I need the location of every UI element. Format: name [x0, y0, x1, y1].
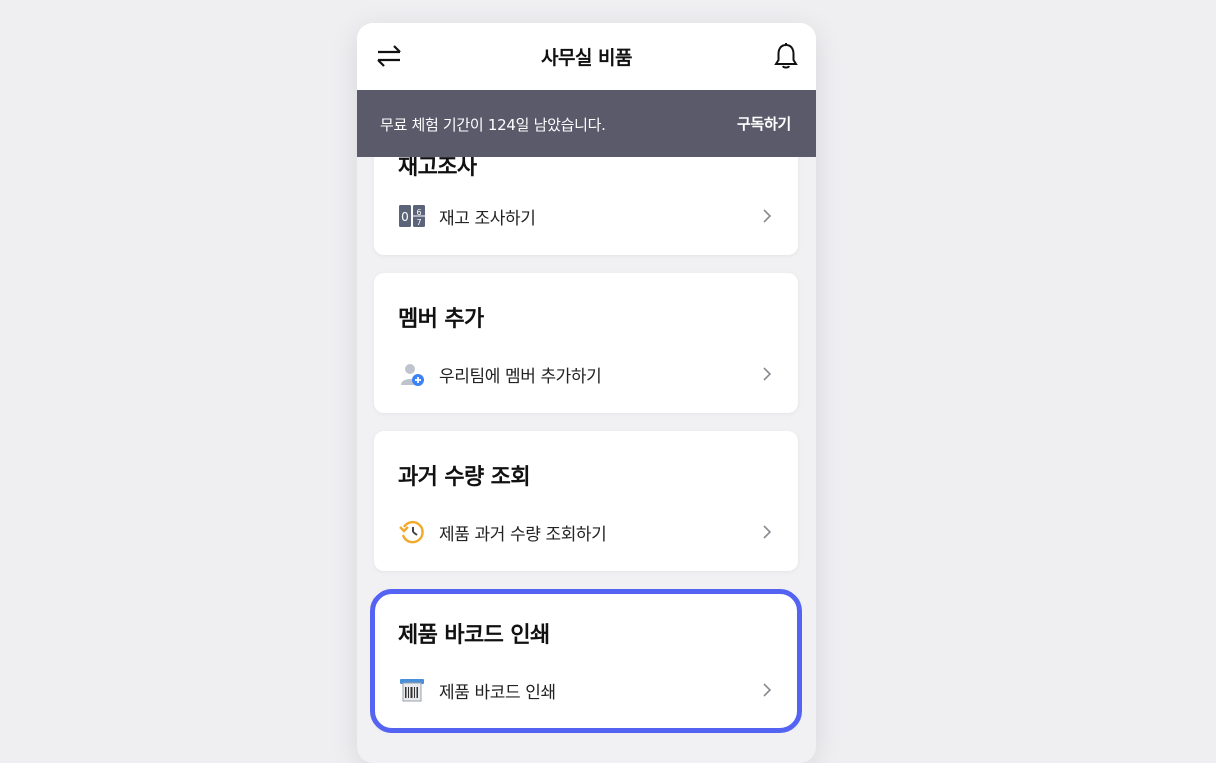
barcode-print-icon [400, 679, 424, 702]
chevron-right-icon [763, 367, 772, 381]
row-label: 우리팀에 멤버 추가하기 [439, 367, 602, 387]
trial-message: 무료 체험 기간이 124일 남았습니다. [380, 116, 606, 134]
card-add-member: 멤버 추가 우리팀에 멤버 추가하기 [374, 273, 798, 413]
chevron-right-icon [763, 525, 772, 539]
card-title: 과거 수량 조회 [398, 465, 531, 490]
add-member-icon [401, 364, 424, 386]
phone-screen: 재고조사 0 6 7 재고 조사하기 멤버 추가 우리팀에 멤버 추가하기 과거… [357, 23, 816, 763]
row-label: 제품 바코드 인쇄 [439, 683, 556, 703]
history-icon [399, 520, 424, 544]
chevron-right-icon [763, 209, 772, 223]
inventory-check-row[interactable]: 0 6 7 재고 조사하기 [374, 195, 798, 235]
bell-icon[interactable] [773, 42, 799, 70]
trial-banner: 무료 체험 기간이 124일 남았습니다. 구독하기 [357, 90, 816, 157]
card-barcode-print: 제품 바코드 인쇄 제품 바코드 인쇄 [374, 591, 798, 729]
top-bar: 사무실 비품 [357, 23, 816, 90]
barcode-print-row[interactable]: 제품 바코드 인쇄 [374, 669, 798, 709]
card-history-quantity: 과거 수량 조회 제품 과거 수량 조회하기 [374, 431, 798, 571]
row-label: 재고 조사하기 [439, 209, 536, 229]
add-member-row[interactable]: 우리팀에 멤버 추가하기 [374, 353, 798, 393]
svg-text:7: 7 [416, 218, 421, 227]
history-quantity-row[interactable]: 제품 과거 수량 조회하기 [374, 511, 798, 551]
svg-text:0: 0 [401, 210, 409, 224]
card-title: 멤버 추가 [398, 307, 484, 332]
row-label: 제품 과거 수량 조회하기 [439, 525, 607, 545]
page-title: 사무실 비품 [540, 47, 633, 69]
counter-icon: 0 6 7 [399, 205, 425, 227]
subscribe-button[interactable]: 구독하기 [737, 113, 791, 134]
card-title: 제품 바코드 인쇄 [398, 623, 550, 648]
chevron-right-icon [763, 683, 772, 697]
